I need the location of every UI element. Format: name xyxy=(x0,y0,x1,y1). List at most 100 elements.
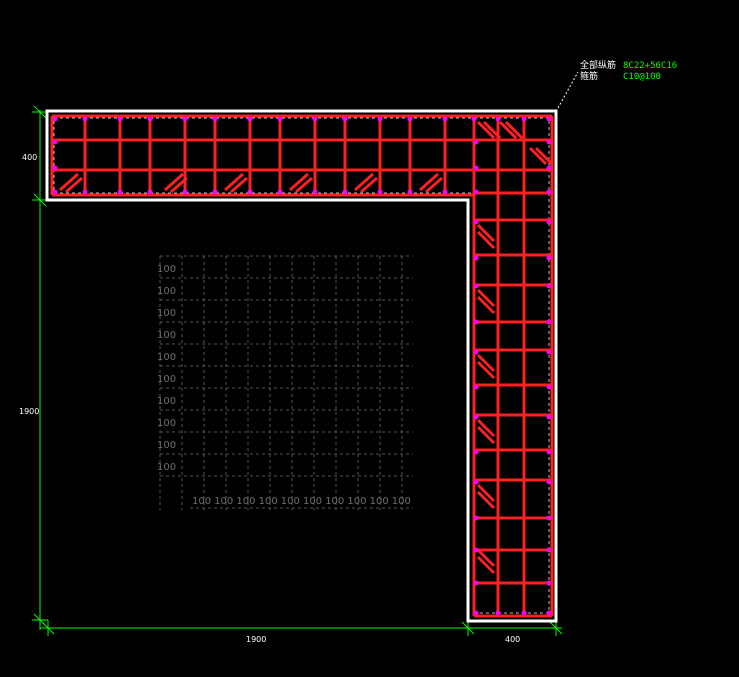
rebar-dot xyxy=(473,255,479,261)
rebar-dot xyxy=(546,449,552,455)
rebar-dot xyxy=(147,116,153,122)
grid-col-label: 100 xyxy=(259,496,278,507)
leader-line xyxy=(557,71,579,109)
rebar-dot xyxy=(473,349,479,355)
rebar-dot xyxy=(52,116,58,122)
rebar-dot xyxy=(247,189,253,195)
grid-col-label: 100 xyxy=(325,496,344,507)
hook xyxy=(230,176,248,194)
rebar-dot xyxy=(473,610,479,616)
rebar-dot xyxy=(117,116,123,122)
grid-col-label: 100 xyxy=(192,496,211,507)
rebar-dot xyxy=(473,165,479,171)
rebar-dot xyxy=(312,116,318,122)
rebar-dot xyxy=(473,515,479,521)
rebar-dot xyxy=(495,116,501,122)
rebar-dot xyxy=(546,547,552,553)
grid-col-label: 100 xyxy=(214,496,233,507)
dimension-labels: 400 1900 1900 400 xyxy=(19,153,520,644)
rebar-dot xyxy=(52,189,58,195)
grid-row-label: 100 xyxy=(157,462,176,473)
section-drawing: 100100100100100100100100100100100 100 100 1… xyxy=(19,71,579,644)
grid-row-label: 100 xyxy=(157,330,176,341)
rebar-dot xyxy=(546,384,552,390)
spacing-grid: 100100100100100100100100100100100 100 100 1… xyxy=(157,255,413,510)
hook xyxy=(65,176,83,194)
rebar-dot xyxy=(546,283,552,289)
grid-row-label: 100 xyxy=(157,308,176,319)
rebar-dot xyxy=(82,189,88,195)
grid-row-label: 100 xyxy=(157,440,176,451)
rebar-dot xyxy=(247,116,253,122)
rebar-dot xyxy=(473,414,479,420)
rebar-dot xyxy=(473,139,479,145)
rebar-dot xyxy=(521,610,527,616)
rebar-dot xyxy=(442,116,448,122)
rebar-dot xyxy=(117,189,123,195)
rebar-dot xyxy=(182,116,188,122)
rebar-dot xyxy=(342,189,348,195)
longitudinal-label: 全部纵筋 xyxy=(580,61,617,71)
rebar-dot xyxy=(546,189,552,195)
rebar-dot xyxy=(277,189,283,195)
rebar-dot xyxy=(212,116,218,122)
rebar-dot xyxy=(546,255,552,261)
rebar-dot xyxy=(495,610,501,616)
rebar-dot xyxy=(342,116,348,122)
grid-col-label: 100 xyxy=(281,496,300,507)
grid-row-label: 100 xyxy=(157,418,176,429)
rebar-dot xyxy=(473,219,479,225)
grid-row-label: 100 xyxy=(157,352,176,363)
stirrup-label: 箍筋 xyxy=(580,72,599,82)
rebar-dot xyxy=(377,116,383,122)
rebar-dot xyxy=(473,283,479,289)
stirrup-value: C10@100 xyxy=(623,72,661,82)
rebar-dot xyxy=(546,116,552,122)
rebar-dot xyxy=(473,580,479,586)
rebar-dot xyxy=(546,165,552,171)
rebar-dots xyxy=(52,116,552,616)
rebar-dot xyxy=(473,384,479,390)
rebar-dot xyxy=(521,116,527,122)
grid-row-label: 100 xyxy=(157,264,176,275)
rebar-dot xyxy=(473,479,479,485)
rebar-dot xyxy=(147,189,153,195)
rebar-dot xyxy=(473,319,479,325)
rebar-dot xyxy=(407,116,413,122)
grid-row-label: 100 xyxy=(157,396,176,407)
hook xyxy=(295,176,313,194)
rebar-dot xyxy=(377,189,383,195)
rebar-dot xyxy=(473,449,479,455)
rebar-dot xyxy=(546,219,552,225)
rebar-dot xyxy=(442,189,448,195)
longitudinal-value: 8C22+56C16 xyxy=(623,61,678,71)
rebar-dot xyxy=(546,479,552,485)
rebar-dot xyxy=(82,116,88,122)
rebar-dot xyxy=(546,319,552,325)
rebar-dot xyxy=(52,165,58,171)
rebar-dot xyxy=(182,189,188,195)
grid-col-label: 100 xyxy=(370,496,389,507)
grid-col-label: 100 xyxy=(392,496,411,507)
rebar-dot xyxy=(546,610,552,616)
dim-left-height: 1900 xyxy=(19,407,39,416)
dim-bottom-thickness: 400 xyxy=(505,635,520,644)
rebar-dot xyxy=(277,116,283,122)
rebar-dot xyxy=(407,189,413,195)
dim-bottom-width: 1900 xyxy=(246,635,266,644)
rebar-dot xyxy=(471,116,477,122)
rebar-dot xyxy=(473,547,479,553)
rebar-dot xyxy=(473,189,479,195)
rebar-dot xyxy=(52,139,58,145)
rebar-dot xyxy=(212,189,218,195)
dim-top-thickness: 400 xyxy=(22,153,37,162)
grid-col-label: 100 xyxy=(347,496,366,507)
grid-row-label: 100 xyxy=(157,286,176,297)
hook xyxy=(360,176,378,194)
rebar-dot xyxy=(546,515,552,521)
rebar-dot xyxy=(546,139,552,145)
rebar-dot xyxy=(546,349,552,355)
grid-row-label: 100 xyxy=(157,374,176,385)
rebar-dot xyxy=(312,189,318,195)
grid-col-label: 100 xyxy=(303,496,322,507)
